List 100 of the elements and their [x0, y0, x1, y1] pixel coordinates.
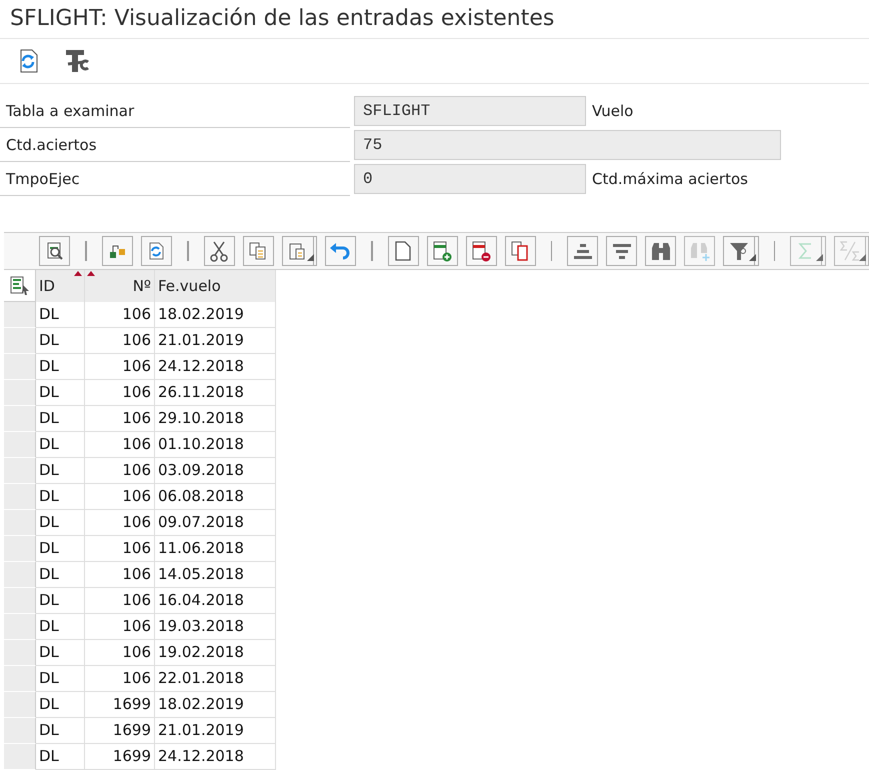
- hammer-icon[interactable]: [64, 48, 92, 74]
- caret-icon: [748, 254, 756, 261]
- layout-icon[interactable]: [8, 274, 30, 296]
- table-cell: 22.01.2018: [155, 666, 276, 692]
- table-cell: DL: [36, 302, 85, 328]
- menu-button[interactable]: [723, 236, 759, 266]
- table-cell: DL: [36, 614, 85, 640]
- table-cell: 1699: [85, 692, 155, 718]
- input-field[interactable]: 0: [354, 164, 586, 194]
- details-icon: [44, 241, 64, 261]
- table-cell: DL: [36, 536, 85, 562]
- toolbar-button[interactable]: [39, 236, 70, 266]
- table-cell: DL: [36, 484, 85, 510]
- table-cell: DL: [36, 562, 85, 588]
- table-cell: 106: [85, 666, 155, 692]
- menu-button[interactable]: [282, 236, 317, 266]
- toolbar-button[interactable]: [204, 236, 234, 266]
- table-cell: 29.10.2018: [155, 406, 276, 432]
- find-next-icon: [688, 240, 711, 262]
- table-cell: 19.02.2018: [155, 640, 276, 666]
- toolbar-button[interactable]: [242, 236, 274, 266]
- table-cell: DL: [36, 744, 85, 770]
- table-cell: DL: [36, 380, 85, 406]
- caret-icon: [816, 254, 823, 261]
- table-cell: 09.07.2018: [155, 510, 276, 536]
- table-cell: 21.01.2019: [155, 718, 276, 744]
- column-header[interactable]: Fe.vuelo: [155, 270, 276, 302]
- caret-icon: [306, 254, 314, 261]
- table-cell: DL: [36, 458, 85, 484]
- table-cell: DL: [36, 588, 85, 614]
- table-cell: 06.08.2018: [155, 484, 276, 510]
- table-cell: 106: [85, 380, 155, 406]
- table-cell: 106: [85, 354, 155, 380]
- table-cell: DL: [36, 692, 85, 718]
- copy-icon: [248, 241, 268, 261]
- table-cell: 16.04.2018: [155, 588, 276, 614]
- filter-icon: [728, 240, 750, 262]
- table-cell: 106: [85, 536, 155, 562]
- caret-icon: [859, 254, 866, 261]
- table-cell: 106: [85, 562, 155, 588]
- toolbar-button[interactable]: [466, 236, 497, 266]
- table-cell: 106: [85, 640, 155, 666]
- delete-row-icon: [470, 240, 492, 262]
- table-cell: 24.12.2018: [155, 744, 276, 770]
- table-cell: DL: [36, 432, 85, 458]
- table-cell: 18.02.2019: [155, 302, 276, 328]
- table-cell: 106: [85, 588, 155, 614]
- input-field[interactable]: 75: [354, 130, 781, 160]
- paste-icon: [288, 241, 308, 261]
- column-header[interactable]: ID: [36, 270, 85, 302]
- binoculars-icon: [650, 240, 672, 262]
- toolbar-button[interactable]: [426, 236, 458, 266]
- insert-row-icon: [431, 240, 454, 262]
- sort-ascending-icon: [572, 241, 594, 261]
- table-cell: DL: [36, 718, 85, 744]
- scissors-icon: [209, 240, 229, 262]
- table-cell: 106: [85, 614, 155, 640]
- toolbar-button[interactable]: [504, 236, 536, 266]
- document-icon: [393, 240, 414, 262]
- undo-icon: [329, 242, 352, 260]
- subtotal-icon: [838, 240, 861, 262]
- toolbar-button[interactable]: [645, 236, 676, 266]
- table-cell: DL: [36, 510, 85, 536]
- field-label: TmpoEjec: [0, 162, 350, 196]
- table-cell: 106: [85, 458, 155, 484]
- sort-descending-icon: [610, 241, 633, 261]
- table-cell: 26.11.2018: [155, 380, 276, 406]
- toolbar-button[interactable]: [102, 236, 133, 266]
- table-cell: 106: [85, 406, 155, 432]
- table-cell: 11.06.2018: [155, 536, 276, 562]
- field-label: Ctd.aciertos: [0, 128, 350, 162]
- table-cell: DL: [36, 406, 85, 432]
- toolbar-button[interactable]: [140, 236, 172, 266]
- table-cell: 106: [85, 328, 155, 354]
- field-label: Ctd.máxima aciertos: [592, 170, 748, 188]
- table-cell: 1699: [85, 718, 155, 744]
- table-cell: 24.12.2018: [155, 354, 276, 380]
- field-label: Tabla a examinar: [0, 94, 350, 128]
- window-title: SFLIGHT: Visualización de las entradas existentes: [0, 0, 869, 39]
- input-field[interactable]: SFLIGHT: [354, 96, 586, 126]
- table-cell: DL: [36, 640, 85, 666]
- column-header[interactable]: Nº: [85, 270, 155, 302]
- toolbar-button[interactable]: [567, 236, 598, 266]
- table-cell: 01.10.2018: [155, 432, 276, 458]
- table-cell: DL: [36, 328, 85, 354]
- table-cell: 106: [85, 302, 155, 328]
- toolbar-button[interactable]: [388, 236, 419, 266]
- toolbar-button[interactable]: [324, 236, 356, 266]
- table-cell: 106: [85, 432, 155, 458]
- table-cell: 03.09.2018: [155, 458, 276, 484]
- table-cell: 106: [85, 510, 155, 536]
- table-cell: 1699: [85, 744, 155, 770]
- table-cell: DL: [36, 666, 85, 692]
- table-cell: 18.02.2019: [155, 692, 276, 718]
- table-cell: 106: [85, 484, 155, 510]
- table-cell: 14.05.2018: [155, 562, 276, 588]
- field-label: Vuelo: [592, 102, 634, 120]
- table-cell: 21.01.2019: [155, 328, 276, 354]
- table-cell: DL: [36, 354, 85, 380]
- toolbar-button[interactable]: [606, 236, 638, 266]
